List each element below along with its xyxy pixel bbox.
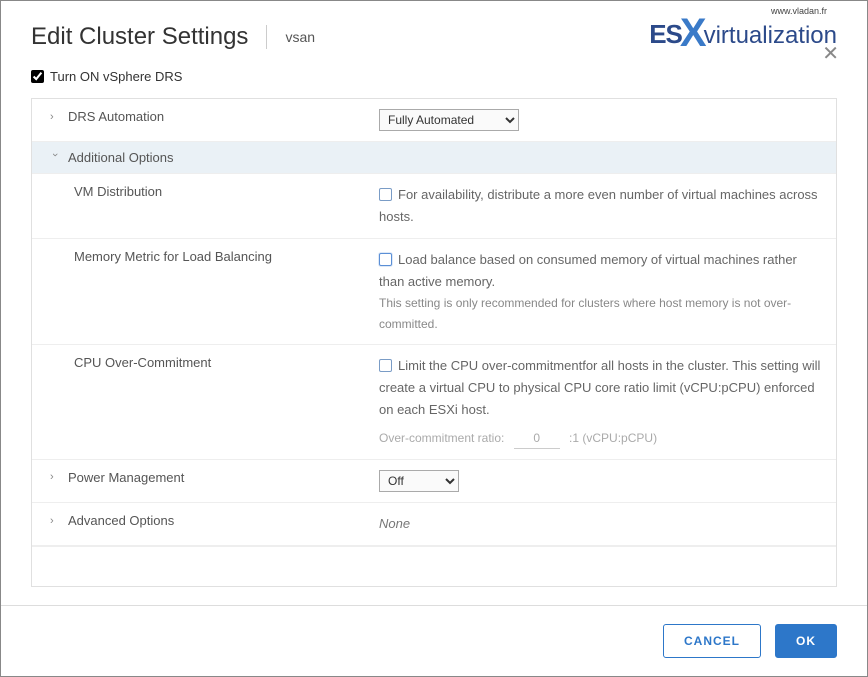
advanced-options-value: None [379, 516, 410, 531]
power-mgmt-row[interactable]: › Power Management Off [32, 460, 836, 503]
cluster-name: vsan [285, 29, 315, 45]
dialog-content: Turn ON vSphere DRS › DRS Automation Ful… [1, 69, 867, 605]
drs-toggle-row: Turn ON vSphere DRS [31, 69, 837, 84]
page-title: Edit Cluster Settings [31, 23, 248, 51]
memory-metric-label: Memory Metric for Load Balancing [74, 249, 272, 264]
power-mgmt-select[interactable]: Off [379, 470, 459, 492]
power-mgmt-label: Power Management [68, 470, 184, 485]
ratio-suffix: :1 (vCPU:pCPU) [569, 431, 657, 445]
memory-metric-desc: Load balance based on consumed memory of… [379, 252, 797, 289]
divider [266, 25, 267, 49]
drs-automation-label: DRS Automation [68, 109, 164, 124]
advanced-options-row[interactable]: › Advanced Options None [32, 503, 836, 546]
cpu-overcommit-row: CPU Over-Commitment Limit the CPU over-c… [32, 345, 836, 460]
panel-spacer [32, 546, 836, 586]
chevron-right-icon: › [50, 515, 60, 527]
chevron-right-icon: › [50, 111, 60, 123]
settings-panel: › DRS Automation Fully Automated › Addit… [31, 98, 837, 587]
close-icon[interactable]: ✕ [822, 41, 839, 66]
memory-metric-checkbox[interactable] [379, 253, 392, 266]
additional-options-header[interactable]: › Additional Options [32, 142, 836, 174]
chevron-right-icon: › [50, 471, 60, 483]
ratio-input[interactable]: 0 [514, 428, 560, 449]
memory-metric-row: Memory Metric for Load Balancing Load ba… [32, 239, 836, 345]
drs-enable-label: Turn ON vSphere DRS [50, 69, 182, 84]
brand-x: X [680, 17, 706, 49]
ok-button[interactable]: OK [775, 624, 837, 658]
ratio-row: Over-commitment ratio: 0 :1 (vCPU:pCPU) [379, 428, 824, 449]
brand-logo-text: ESXvirtualization [649, 14, 837, 50]
drs-automation-row[interactable]: › DRS Automation Fully Automated [32, 99, 836, 142]
chevron-down-icon: › [49, 153, 61, 163]
brand-logo: www.vladan.fr ESXvirtualization [649, 6, 837, 50]
additional-options-label: Additional Options [68, 150, 174, 165]
drs-automation-select[interactable]: Fully Automated [379, 109, 519, 131]
cpu-overcommit-desc: Limit the CPU over-commitmentfor all hos… [379, 358, 820, 417]
memory-metric-hint: This setting is only recommended for clu… [379, 293, 824, 334]
vm-distribution-desc: For availability, distribute a more even… [379, 187, 818, 224]
advanced-options-label: Advanced Options [68, 513, 174, 528]
vm-distribution-row: VM Distribution For availability, distri… [32, 174, 836, 239]
dialog-header: Edit Cluster Settings vsan www.vladan.fr… [1, 1, 867, 69]
dialog-footer: CANCEL OK [1, 605, 867, 676]
drs-enable-checkbox[interactable] [31, 70, 44, 83]
cpu-overcommit-checkbox[interactable] [379, 359, 392, 372]
cancel-button[interactable]: CANCEL [663, 624, 761, 658]
cpu-overcommit-label: CPU Over-Commitment [74, 355, 211, 370]
vm-distribution-label: VM Distribution [74, 184, 162, 199]
vm-distribution-checkbox[interactable] [379, 188, 392, 201]
ratio-label: Over-commitment ratio: [379, 431, 504, 445]
